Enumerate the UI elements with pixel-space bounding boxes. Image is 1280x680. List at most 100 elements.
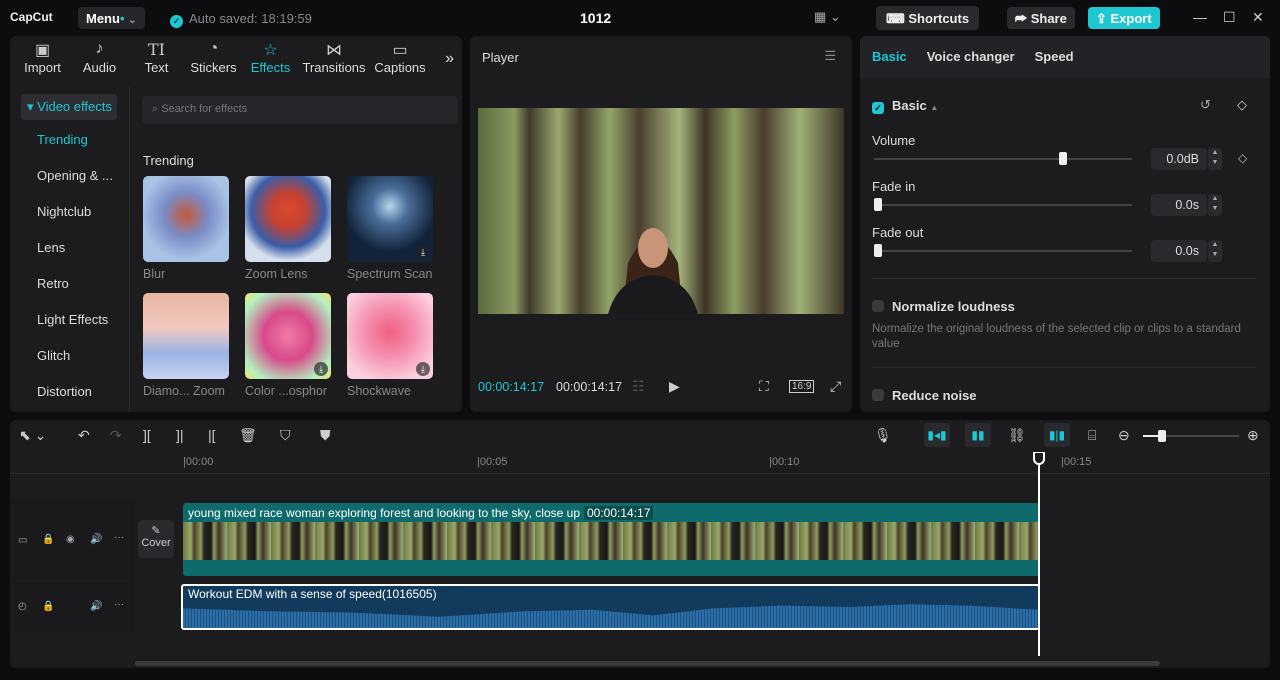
time-ruler[interactable]: |00:00 |00:05 |00:10 |00:15 bbox=[10, 452, 1270, 474]
mark-icon[interactable]: ⛉ bbox=[280, 427, 291, 444]
fullscreen-icon[interactable]: ⤢ bbox=[830, 378, 841, 395]
video-clip[interactable]: young mixed race woman exploring forest … bbox=[183, 503, 1039, 576]
basic-section[interactable]: ✓ Basic ▲ bbox=[872, 98, 938, 114]
slider-knob[interactable] bbox=[874, 244, 882, 257]
zoom-in-icon[interactable]: ⊕ bbox=[1247, 427, 1259, 444]
link-icon[interactable]: ⛓ bbox=[1008, 427, 1026, 444]
select-tool-icon[interactable]: ⬉ ⌄ bbox=[19, 427, 46, 444]
eye-icon[interactable]: ◉ bbox=[66, 534, 75, 545]
preview-axis-icon[interactable]: ▮|▮ bbox=[1044, 423, 1070, 447]
category-trending[interactable]: Trending bbox=[10, 122, 129, 158]
keyframe-icon[interactable]: ◇ bbox=[1237, 97, 1247, 113]
video-effects-category[interactable]: ▾ Video effects bbox=[21, 94, 117, 120]
auto-snap-icon[interactable]: ▮◂▮ bbox=[924, 423, 950, 447]
reduce-noise-checkbox[interactable] bbox=[872, 389, 884, 401]
transitions-icon: ⋈ bbox=[326, 42, 342, 59]
timecode-list-icon[interactable]: ☷ bbox=[632, 378, 645, 395]
effect-card[interactable]: ⤓ Spectrum Scan bbox=[347, 176, 433, 293]
fit-screen-icon[interactable]: ⛶ bbox=[759, 378, 769, 395]
layout-icon[interactable]: ▦ ⌄ bbox=[814, 9, 841, 25]
close-icon[interactable]: ✕ bbox=[1252, 9, 1264, 26]
speaker-icon[interactable]: 🔊 bbox=[90, 601, 102, 612]
category-lens[interactable]: Lens bbox=[10, 230, 129, 266]
tab-captions[interactable]: ▭ Captions bbox=[369, 36, 431, 78]
tab-voice-changer[interactable]: Voice changer bbox=[927, 49, 1015, 65]
maximize-icon[interactable]: ☐ bbox=[1223, 9, 1236, 26]
category-retro[interactable]: Retro bbox=[10, 266, 129, 302]
fade-out-slider[interactable] bbox=[874, 244, 1132, 257]
category-light-effects[interactable]: Light Effects bbox=[10, 302, 129, 338]
normalize-loudness-option[interactable]: Normalize loudness bbox=[872, 299, 1015, 314]
effect-card[interactable]: ⤓ Color ...osphor bbox=[245, 293, 331, 410]
zoom-knob[interactable] bbox=[1158, 430, 1167, 442]
download-icon[interactable]: ⤓ bbox=[314, 362, 328, 376]
split-right-icon[interactable]: |[ bbox=[208, 427, 216, 443]
tab-import[interactable]: ▣ Import bbox=[14, 36, 71, 78]
fade-out-value[interactable]: 0.0s bbox=[1151, 240, 1207, 262]
audio-clip[interactable]: Workout EDM with a sense of speed(101650… bbox=[181, 584, 1040, 630]
basic-checkbox[interactable]: ✓ bbox=[872, 102, 884, 114]
reduce-noise-option[interactable]: Reduce noise bbox=[872, 388, 977, 403]
volume-keyframe-icon[interactable]: ◇ bbox=[1238, 151, 1247, 165]
play-icon[interactable]: ▶ bbox=[669, 378, 680, 395]
effect-card[interactable]: Diamo... Zoom bbox=[143, 293, 229, 410]
fade-in-stepper[interactable]: ▲ ▼ bbox=[1208, 194, 1222, 216]
fade-in-slider[interactable] bbox=[874, 198, 1132, 211]
hamburger-menu-icon[interactable]: ☰ bbox=[824, 48, 836, 64]
download-icon[interactable]: ⤓ bbox=[416, 362, 430, 376]
tab-text[interactable]: TI Text bbox=[128, 36, 185, 78]
cover-button[interactable]: ✎ Cover bbox=[138, 520, 174, 558]
tab-speed[interactable]: Speed bbox=[1035, 49, 1074, 65]
shield-icon[interactable]: ⛊ bbox=[320, 427, 331, 444]
tab-audio[interactable]: ♪ Audio bbox=[71, 36, 128, 78]
more-icon[interactable]: ··· bbox=[114, 532, 124, 543]
slider-knob[interactable] bbox=[874, 198, 882, 211]
microphone-icon[interactable]: 🎙 bbox=[874, 427, 892, 444]
menu-button[interactable]: Menu• ⌄ bbox=[78, 7, 145, 29]
more-tabs-icon[interactable]: » bbox=[445, 50, 454, 68]
effects-search-input[interactable]: ⌕ Search for effects bbox=[142, 96, 458, 124]
lock-icon[interactable]: 🔒 bbox=[42, 534, 54, 545]
speaker-icon[interactable]: 🔊 bbox=[90, 534, 102, 545]
normalize-checkbox[interactable] bbox=[872, 300, 884, 312]
minimize-icon[interactable]: — bbox=[1193, 9, 1207, 25]
linkage-icon[interactable]: ▮▮ bbox=[965, 423, 991, 447]
slider-knob[interactable] bbox=[1059, 152, 1067, 165]
zoom-out-icon[interactable]: ⊖ bbox=[1118, 427, 1130, 444]
split-left-icon[interactable]: ]| bbox=[176, 427, 184, 443]
redo-icon[interactable]: ↷ bbox=[110, 427, 122, 444]
undo-icon[interactable]: ↶ bbox=[78, 427, 90, 444]
horizontal-scrollbar[interactable] bbox=[135, 661, 1160, 666]
effect-card[interactable]: ⤓ Shockwave bbox=[347, 293, 433, 410]
tab-effects[interactable]: ☆ Effects bbox=[242, 36, 299, 78]
tab-transitions[interactable]: ⋈ Transitions bbox=[299, 36, 369, 78]
effect-card[interactable]: Blur bbox=[143, 176, 229, 293]
shortcuts-button[interactable]: ⌨ Shortcuts bbox=[876, 6, 980, 30]
category-distortion[interactable]: Distortion bbox=[10, 374, 129, 410]
effect-card[interactable]: Zoom Lens bbox=[245, 176, 331, 293]
download-icon[interactable]: ⤓ bbox=[416, 245, 430, 259]
split-icon[interactable]: ][ bbox=[143, 427, 151, 443]
category-nightclub[interactable]: Nightclub bbox=[10, 194, 129, 230]
playhead-handle[interactable] bbox=[1033, 452, 1045, 465]
fade-out-stepper[interactable]: ▲ ▼ bbox=[1208, 240, 1222, 262]
tab-stickers[interactable]: ◔ Stickers bbox=[185, 36, 242, 78]
playhead[interactable] bbox=[1038, 452, 1040, 656]
tab-basic[interactable]: Basic bbox=[872, 49, 907, 65]
ruler-zoom-icon[interactable]: ⌸ bbox=[1088, 427, 1096, 444]
video-preview[interactable] bbox=[478, 108, 844, 314]
fade-in-value[interactable]: 0.0s bbox=[1151, 194, 1207, 216]
reset-icon[interactable]: ↺ bbox=[1200, 97, 1211, 113]
volume-value[interactable]: 0.0dB bbox=[1151, 148, 1207, 170]
volume-stepper[interactable]: ▲ ▼ bbox=[1208, 148, 1222, 170]
more-icon[interactable]: ··· bbox=[114, 599, 124, 610]
category-opening[interactable]: Opening & ... bbox=[10, 158, 129, 194]
lock-icon[interactable]: 🔒 bbox=[42, 601, 54, 612]
export-button[interactable]: ⇪ Export bbox=[1088, 7, 1160, 29]
category-glitch[interactable]: Glitch bbox=[10, 338, 129, 374]
delete-icon[interactable]: 🗑 bbox=[239, 427, 257, 444]
volume-slider[interactable] bbox=[874, 152, 1132, 165]
aspect-ratio-button[interactable]: 16:9 bbox=[789, 380, 815, 393]
zoom-slider[interactable] bbox=[1143, 430, 1239, 442]
share-button[interactable]: ⮫ Share bbox=[1007, 7, 1075, 29]
